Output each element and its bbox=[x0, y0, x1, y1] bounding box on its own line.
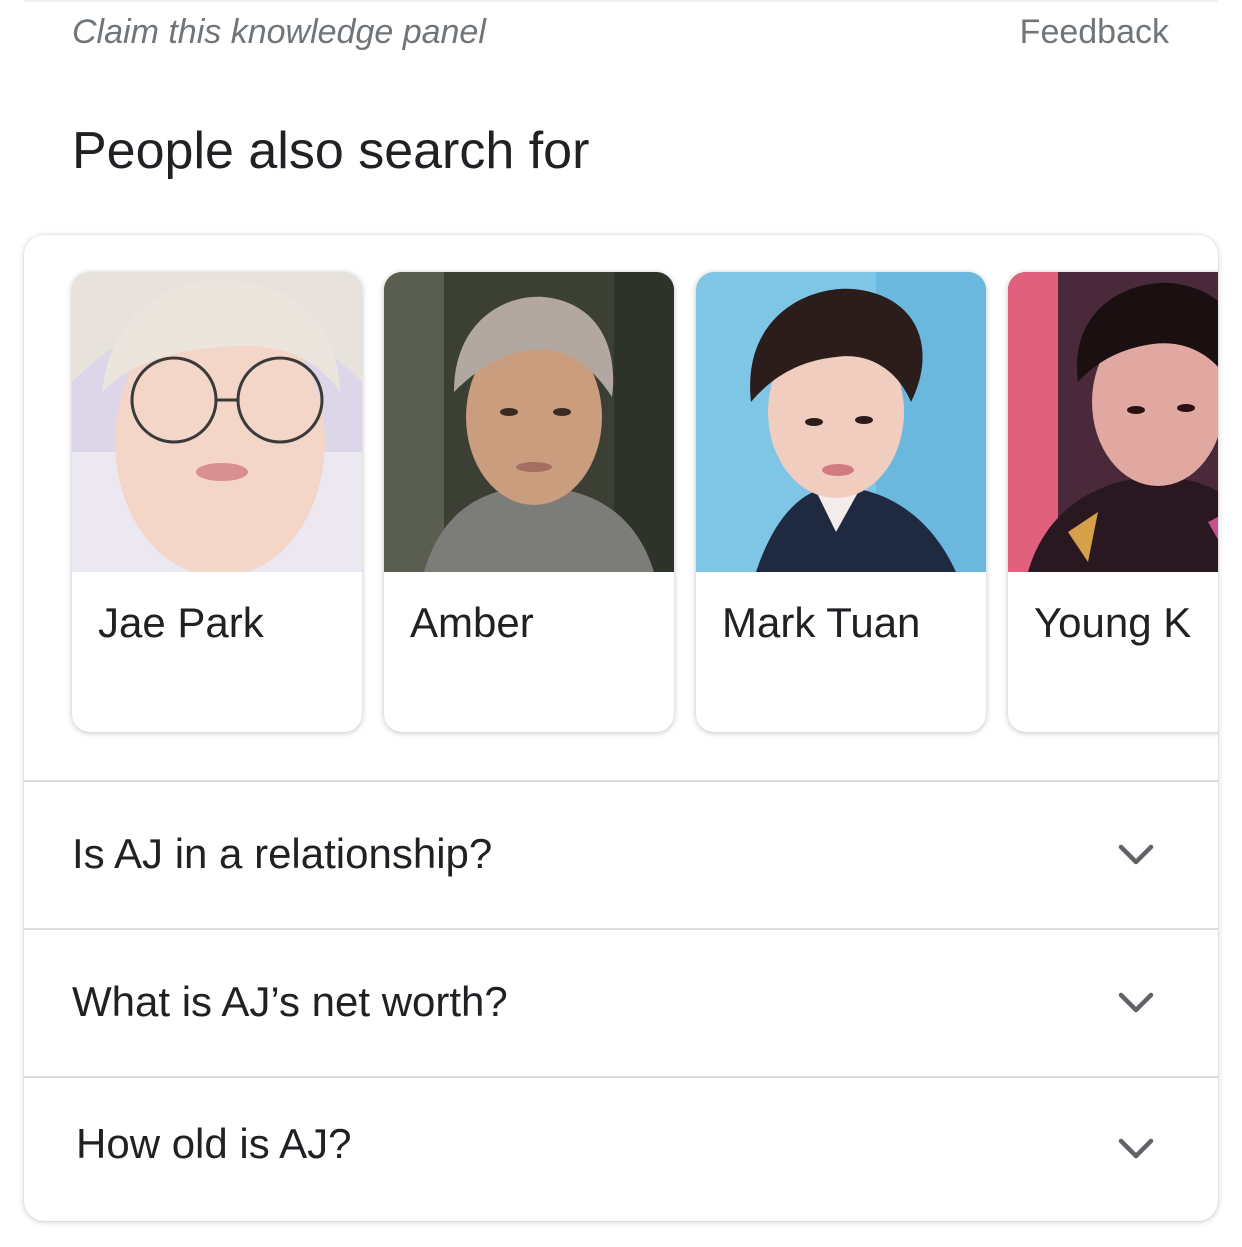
person-name: Jae Park bbox=[98, 599, 264, 646]
claim-knowledge-panel-link[interactable]: Claim this knowledge panel bbox=[72, 12, 486, 52]
person-card-jae-park[interactable]: Jae Park bbox=[72, 272, 362, 732]
person-card-mark-tuan[interactable]: Mark Tuan bbox=[696, 272, 986, 732]
knowledge-panel-page: Claim this knowledge panel Feedback Peop… bbox=[0, 0, 1242, 1247]
person-photo bbox=[1008, 272, 1218, 572]
feedback-link[interactable]: Feedback bbox=[1020, 12, 1169, 52]
person-name: Amber bbox=[410, 599, 534, 646]
question-row[interactable]: How old is AJ? bbox=[24, 1076, 1218, 1221]
question-text: Is AJ in a relationship? bbox=[72, 830, 493, 877]
question-text: What is AJ’s net worth? bbox=[72, 978, 508, 1025]
people-also-search-title: People also search for bbox=[72, 122, 590, 180]
person-photo bbox=[696, 272, 986, 572]
person-photo bbox=[384, 272, 674, 572]
person-card-young-k[interactable]: Young K bbox=[1008, 272, 1218, 732]
chevron-down-icon[interactable] bbox=[1116, 982, 1156, 1022]
people-also-search-panel: Jae Park Amber Mark Tuan Young K Is AJ i… bbox=[24, 235, 1218, 1221]
top-divider bbox=[24, 0, 1218, 2]
related-questions-list: Is AJ in a relationship? What is AJ’s ne… bbox=[24, 780, 1218, 1221]
question-row[interactable]: What is AJ’s net worth? bbox=[24, 928, 1218, 1076]
chevron-down-icon[interactable] bbox=[1116, 1128, 1156, 1168]
people-carousel[interactable]: Jae Park Amber Mark Tuan Young K bbox=[24, 235, 1218, 781]
chevron-down-icon[interactable] bbox=[1116, 834, 1156, 874]
question-text: How old is AJ? bbox=[76, 1120, 352, 1167]
person-photo bbox=[72, 272, 362, 572]
question-row[interactable]: Is AJ in a relationship? bbox=[24, 780, 1218, 928]
person-card-amber[interactable]: Amber bbox=[384, 272, 674, 732]
person-name: Mark Tuan bbox=[722, 599, 921, 646]
person-name: Young K bbox=[1034, 599, 1192, 646]
